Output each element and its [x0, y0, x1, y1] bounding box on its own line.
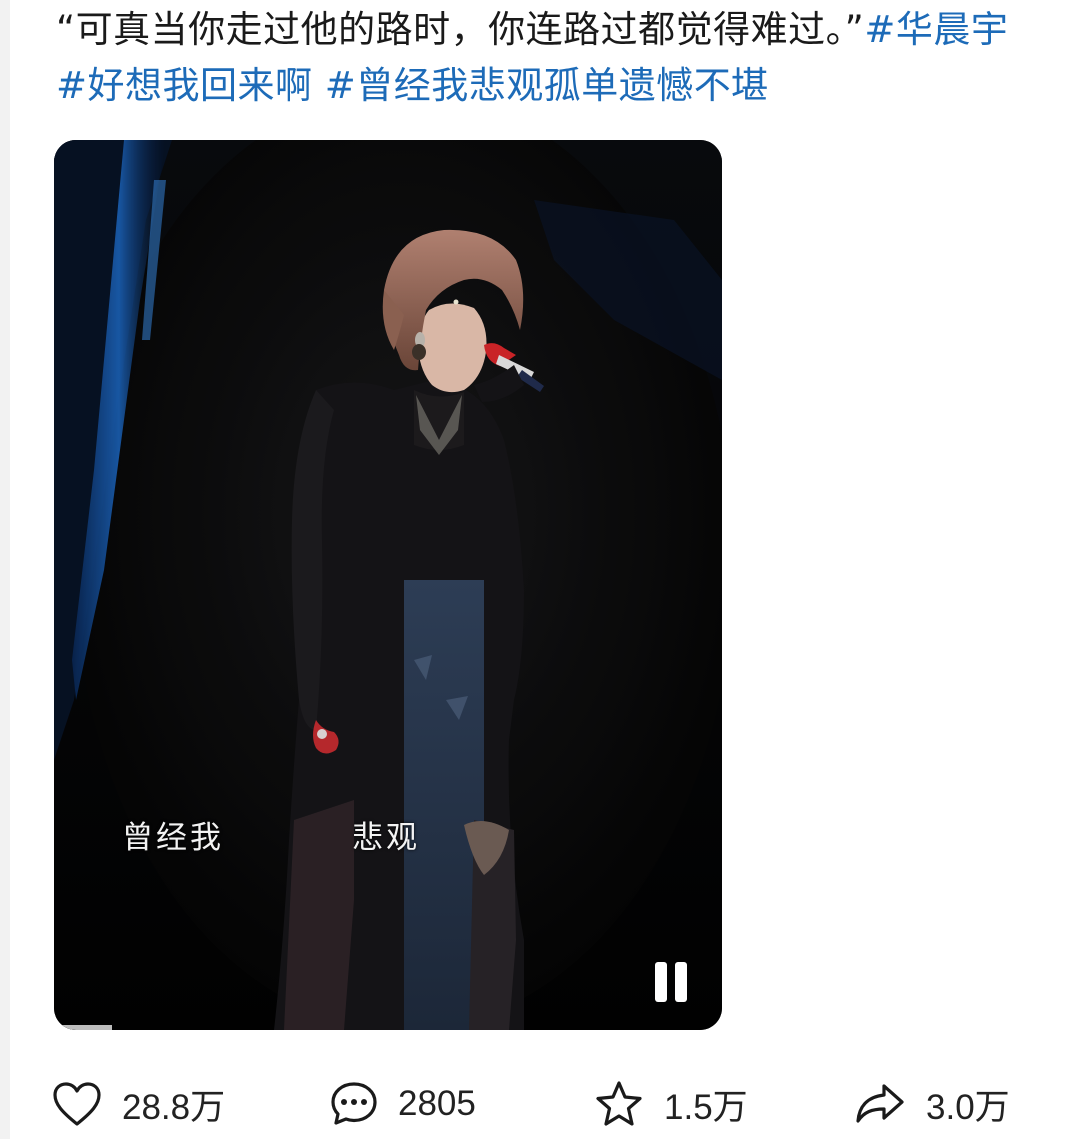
action-bar: 28.8万 2805 1.5万 3.0万: [0, 1072, 1067, 1136]
post-quote: “可真当你走过他的路时，你连路过都觉得难过。”: [56, 8, 865, 51]
share-count: 3.0万: [926, 1087, 1010, 1127]
pause-icon-bar-left: [655, 962, 667, 1002]
share-arrow-icon: [856, 1084, 904, 1123]
post-text: “可真当你走过他的路时，你连路过都觉得难过。”#华晨宇 #好想我回来啊 #曾经我…: [56, 2, 1046, 114]
like-count: 28.8万: [122, 1087, 226, 1127]
pause-button[interactable]: [651, 960, 693, 1004]
video-frame: [54, 140, 722, 1030]
comment-count: 2805: [398, 1084, 476, 1123]
heart-icon: [53, 1082, 101, 1126]
video-progress-bar[interactable]: [54, 1025, 112, 1030]
comment-bubble-icon: [331, 1082, 377, 1125]
comment-button[interactable]: 2805: [330, 1072, 476, 1136]
hashtag-haoxiangwohuilaia[interactable]: #好想我回来啊: [56, 64, 313, 107]
favorite-button[interactable]: 1.5万: [594, 1072, 748, 1136]
share-button[interactable]: 3.0万: [854, 1072, 1010, 1136]
video-player[interactable]: 曾经我 悲观: [54, 140, 722, 1030]
hashtag-cengjingwo[interactable]: #曾经我悲观孤单遗憾不堪: [325, 64, 769, 107]
like-button[interactable]: 28.8万: [52, 1072, 225, 1136]
favorite-count: 1.5万: [664, 1087, 748, 1127]
video-subtitle-left: 曾经我: [122, 820, 224, 856]
weibo-post: “可真当你走过他的路时，你连路过都觉得难过。”#华晨宇 #好想我回来啊 #曾经我…: [0, 0, 1067, 1139]
video-subtitle-right: 悲观: [352, 820, 420, 856]
hashtag-huachenyu[interactable]: #华晨宇: [864, 8, 1008, 51]
left-edge-divider: [0, 0, 10, 1139]
star-icon: [596, 1081, 642, 1126]
pause-icon-bar-right: [675, 962, 687, 1002]
